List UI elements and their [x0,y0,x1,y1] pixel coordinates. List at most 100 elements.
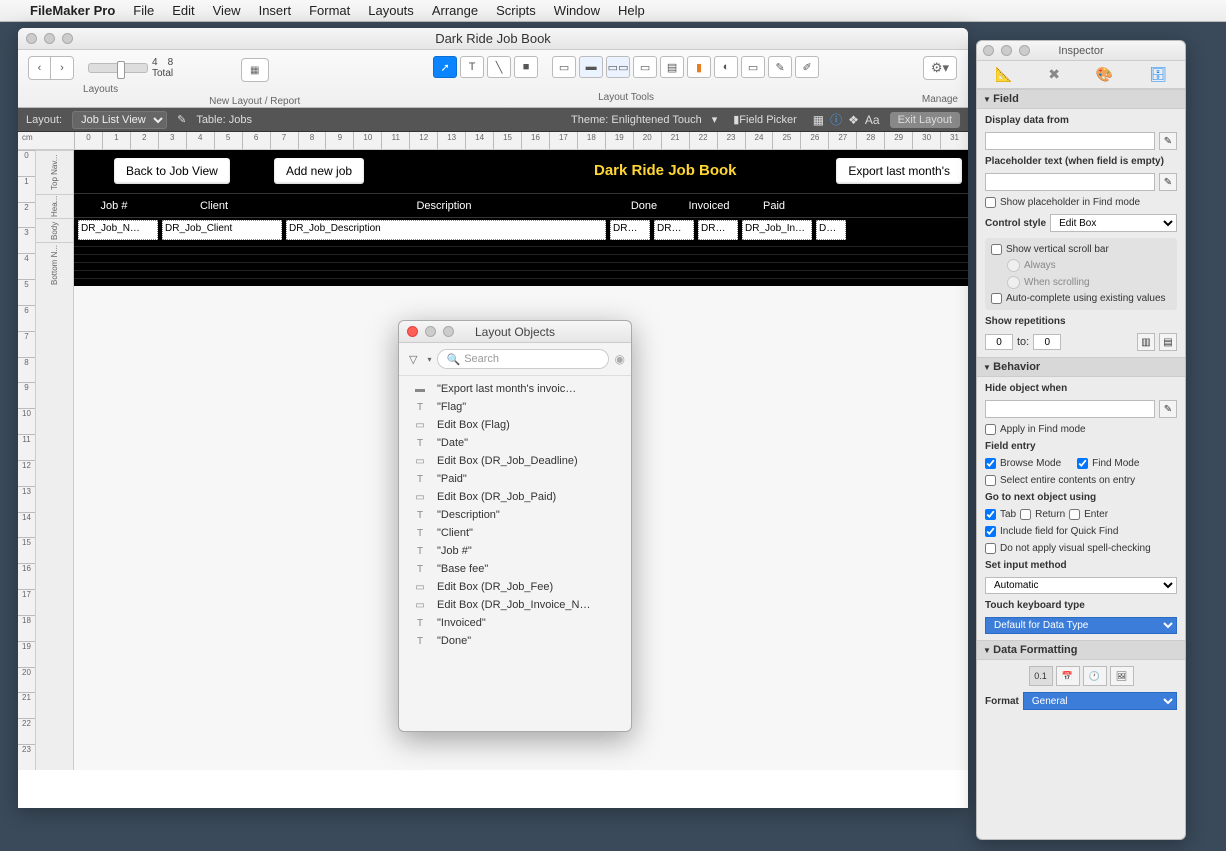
object-item[interactable]: T"Flag" [399,398,631,416]
menu-window[interactable]: Window [554,3,600,18]
pointer-tool[interactable]: ➚ [433,56,457,78]
visibility-toggle-icon[interactable]: ◉ [615,352,625,366]
menu-scripts[interactable]: Scripts [496,3,536,18]
record-slider[interactable] [88,63,148,73]
field-job-num[interactable]: DR_Job_N… [78,220,158,240]
chart-tool[interactable]: ▮ [687,56,711,78]
field-tool[interactable]: ▭ [552,56,576,78]
theme-label[interactable]: Theme: Enlightened Touch [571,114,702,126]
text-tool[interactable]: T [460,56,484,78]
back-button[interactable]: Back to Job View [114,158,230,184]
exit-layout-button[interactable]: Exit Layout [890,112,960,128]
menu-format[interactable]: Format [309,3,350,18]
placeholder-pencil-icon[interactable]: ✎ [1159,173,1177,191]
new-layout-button[interactable]: ▦ [241,58,269,82]
field-invoice[interactable]: DR_Job_In… [742,220,812,240]
tab-appearance-icon[interactable]: 🎨 [1096,66,1113,83]
portal-tool[interactable]: ▤ [660,56,684,78]
field-picker-button[interactable]: ▮Field Picker [727,111,803,128]
object-item[interactable]: ▭Edit Box (Flag) [399,416,631,434]
format-select[interactable]: General [1023,692,1177,710]
browse-check[interactable]: Browse Mode [985,458,1061,469]
field-client[interactable]: DR_Job_Client [162,220,282,240]
menu-edit[interactable]: Edit [172,3,194,18]
display-pencil-icon[interactable]: ✎ [1159,132,1177,150]
filter-icon[interactable]: ▽ [405,351,421,368]
return-check[interactable]: Return [1020,509,1065,520]
field-done[interactable]: DR… [610,220,650,240]
search-input[interactable]: 🔍 Search [437,349,608,369]
hide-pencil-icon[interactable]: ✎ [1159,400,1177,418]
object-item[interactable]: ▭Edit Box (DR_Job_Invoice_N… [399,596,631,614]
format-date-icon[interactable]: 📅 [1056,666,1080,686]
display-input[interactable] [985,132,1155,150]
object-item[interactable]: T"Description" [399,506,631,524]
object-item[interactable]: ▭Edit Box (DR_Job_Fee) [399,578,631,596]
section-behavior[interactable]: Behavior [977,357,1185,377]
layout-select[interactable]: Job List View [72,111,167,129]
buttonbar-tool[interactable]: ▭▭ [606,56,630,78]
pencil-icon[interactable]: ✎ [177,113,186,126]
add-job-button[interactable]: Add new job [274,158,364,184]
enter-check[interactable]: Enter [1069,509,1108,520]
input-method-select[interactable]: Automatic [985,577,1177,594]
find-check[interactable]: Find Mode [1077,458,1139,469]
object-item[interactable]: T"Job #" [399,542,631,560]
menu-file[interactable]: File [133,3,154,18]
quickfind-check[interactable]: Include field for Quick Find [985,526,1177,537]
menu-layouts[interactable]: Layouts [368,3,414,18]
tab-check[interactable]: Tab [985,509,1016,520]
menu-view[interactable]: View [213,3,241,18]
format-painter-tool[interactable]: ✎ [768,56,792,78]
apply-find-check[interactable]: Apply in Find mode [985,424,1177,435]
rep-to-input[interactable] [1033,334,1061,350]
select-entire-check[interactable]: Select entire contents on entry [985,475,1177,486]
tab-data-icon[interactable]: 🗄 [1149,66,1167,83]
scroll-check[interactable]: Show vertical scroll bar [991,244,1171,255]
tab-position-icon[interactable]: 📐 [995,66,1012,83]
object-item[interactable]: ▬"Export last month's invoic… [399,380,631,398]
show-placeholder-check[interactable]: Show placeholder in Find mode [985,197,1177,208]
part-tool[interactable]: ▭ [741,56,765,78]
line-tool[interactable]: ╲ [487,56,511,78]
rep-orient-v-icon[interactable]: ▥ [1137,333,1155,351]
menu-insert[interactable]: Insert [259,3,292,18]
webviewer-tool[interactable]: ◐ [714,56,738,78]
field-extra[interactable]: D… [816,220,846,240]
tab-styles-icon[interactable]: ✖ [1048,66,1060,83]
object-item[interactable]: T"Done" [399,632,631,650]
field-invoiced[interactable]: DR… [654,220,694,240]
menu-help[interactable]: Help [618,3,645,18]
hide-input[interactable] [985,400,1155,418]
section-data-formatting[interactable]: Data Formatting [977,640,1185,660]
object-item[interactable]: ▭Edit Box (DR_Job_Paid) [399,488,631,506]
object-item[interactable]: T"Paid" [399,470,631,488]
object-item[interactable]: T"Date" [399,434,631,452]
object-item[interactable]: T"Invoiced" [399,614,631,632]
field-paid[interactable]: DR… [698,220,738,240]
control-style-select[interactable]: Edit Box [1050,214,1177,232]
object-item[interactable]: T"Base fee" [399,560,631,578]
menu-arrange[interactable]: Arrange [432,3,478,18]
autocomplete-check[interactable]: Auto-complete using existing values [991,293,1171,304]
grid-icon[interactable]: ▦ [813,113,824,127]
object-item[interactable]: ▭Edit Box (DR_Job_Deadline) [399,452,631,470]
placeholder-input[interactable] [985,173,1155,191]
rep-orient-h-icon[interactable]: ▤ [1159,333,1177,351]
section-field[interactable]: Field [977,89,1185,109]
button-tool[interactable]: ▬ [579,56,603,78]
aa-icon[interactable]: Aa [865,113,880,127]
object-item[interactable]: T"Client" [399,524,631,542]
eyedropper-tool[interactable]: ✐ [795,56,819,78]
spell-check[interactable]: Do not apply visual spell-checking [985,543,1177,554]
field-description[interactable]: DR_Job_Description [286,220,606,240]
format-number-icon[interactable]: 0.1 [1029,666,1053,686]
rep-from-input[interactable] [985,334,1013,350]
nav-arrows[interactable]: ‹› [28,56,74,80]
info-icon[interactable]: ⓘ [830,111,842,128]
rect-tool[interactable]: ■ [514,56,538,78]
format-time-icon[interactable]: 🕐 [1083,666,1107,686]
format-graphic-icon[interactable]: 🖼 [1110,666,1134,686]
tab-tool[interactable]: ▭ [633,56,657,78]
export-button[interactable]: Export last month's [836,158,962,184]
